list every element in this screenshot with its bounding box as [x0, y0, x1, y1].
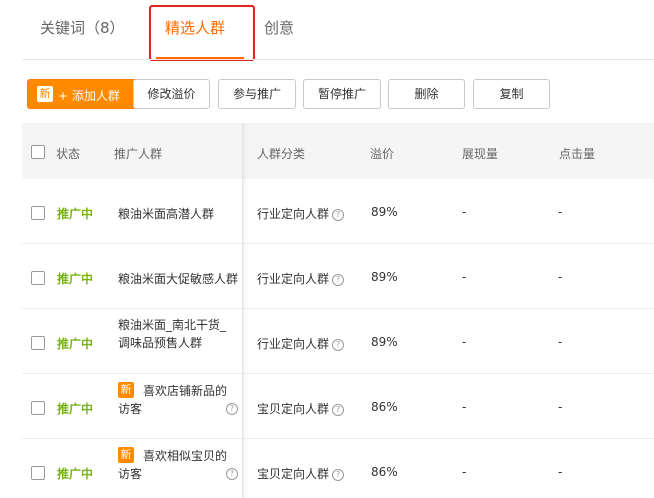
crowd-name: 粮油米面大促敏感人群: [118, 272, 239, 286]
crowd-name-line1: 喜欢店铺新品的: [143, 384, 228, 398]
crowd-name: 粮油米面高潜人群: [118, 207, 215, 221]
new-badge: 新: [118, 447, 134, 463]
header-clicks[interactable]: 点击量: [559, 145, 595, 162]
status-label: 推广中: [57, 402, 94, 416]
help-icon[interactable]: ?: [332, 339, 345, 351]
crowd-name-line2: 访客: [118, 467, 143, 481]
help-icon[interactable]: ?: [226, 468, 238, 480]
clicks-value: -: [558, 335, 563, 349]
impressions-value: -: [462, 400, 467, 414]
premium-value[interactable]: 89%: [371, 205, 398, 219]
new-badge: 新: [118, 382, 134, 398]
help-icon[interactable]: ?: [226, 403, 238, 415]
crowd-name-line1: 粮油米面_南北干货_: [118, 318, 227, 332]
status-label: 推广中: [57, 207, 94, 221]
header-impressions[interactable]: 展现量: [462, 145, 498, 162]
clicks-value: -: [558, 270, 563, 284]
header-premium: 溢价: [370, 147, 395, 161]
premium-value[interactable]: 86%: [371, 400, 398, 414]
impressions-value: -: [462, 205, 467, 219]
pause-promotion-button[interactable]: 暂停推广: [303, 79, 381, 109]
tab-keywords[interactable]: 关键词（8）: [40, 18, 125, 38]
tab-divider: [22, 59, 654, 60]
table-header: 状态 推广人群 人群分类 溢价 展现量 点击量: [22, 123, 654, 179]
crowd-name-line1: 喜欢相似宝贝的: [143, 449, 228, 463]
row-checkbox[interactable]: [31, 466, 45, 480]
impressions-value: -: [462, 465, 467, 479]
table-row: 推广中 新 喜欢相似宝贝的 访客 ? 宝贝定向人群? 86% - -: [22, 439, 654, 498]
select-all-checkbox[interactable]: [31, 145, 45, 159]
join-promotion-button[interactable]: 参与推广: [218, 79, 296, 109]
table-row: 推广中 新 喜欢店铺新品的 访客 ? 宝贝定向人群? 86% - -: [22, 374, 654, 439]
premium-value[interactable]: 86%: [371, 465, 398, 479]
help-icon[interactable]: ?: [332, 469, 345, 481]
row-checkbox[interactable]: [31, 401, 45, 415]
crowd-name-line2: 访客: [118, 402, 143, 416]
tab-creative[interactable]: 创意: [264, 18, 294, 38]
clicks-value: -: [558, 205, 563, 219]
add-crowd-label: + 添加人群: [58, 89, 120, 103]
crowd-category: 行业定向人群: [257, 337, 330, 351]
table-row: 推广中 粮油米面_南北干货_ 调味品预售人群 行业定向人群? 89% - -: [22, 309, 654, 374]
row-checkbox[interactable]: [31, 336, 45, 350]
toolbar: 新 + 添加人群 修改溢价 参与推广 暂停推广 删除 复制: [0, 78, 654, 112]
tab-bar: 关键词（8） 精选人群 创意: [0, 0, 654, 61]
clicks-value: -: [558, 465, 563, 479]
copy-button[interactable]: 复制: [473, 79, 550, 109]
row-checkbox[interactable]: [31, 206, 45, 220]
frozen-column-shadow: [243, 123, 246, 498]
crowd-name-line2: 调味品预售人群: [118, 336, 203, 350]
impressions-value: -: [462, 335, 467, 349]
clicks-value: -: [558, 400, 563, 414]
new-badge: 新: [37, 86, 53, 102]
status-label: 推广中: [57, 272, 94, 286]
header-category: 人群分类: [257, 147, 306, 161]
tab-highlight-box: [149, 5, 255, 61]
premium-value[interactable]: 89%: [371, 335, 398, 349]
help-icon[interactable]: ?: [332, 274, 345, 286]
help-icon[interactable]: ?: [332, 404, 345, 416]
delete-button[interactable]: 删除: [388, 79, 465, 109]
status-label: 推广中: [57, 467, 94, 481]
crowd-category: 宝贝定向人群: [257, 402, 330, 416]
status-label: 推广中: [57, 337, 94, 351]
premium-value[interactable]: 89%: [371, 270, 398, 284]
add-crowd-button[interactable]: 新 + 添加人群: [27, 79, 138, 109]
impressions-value: -: [462, 270, 467, 284]
header-status: 状态: [56, 147, 81, 161]
row-checkbox[interactable]: [31, 271, 45, 285]
table-row: 推广中 粮油米面大促敏感人群 行业定向人群? 89% - -: [22, 244, 654, 309]
crowd-category: 宝贝定向人群: [257, 467, 330, 481]
help-icon[interactable]: ?: [332, 209, 345, 221]
crowd-table: 状态 推广人群 人群分类 溢价 展现量 点击量 推广中 粮油米面高潜人群 行业定…: [22, 123, 654, 498]
table-row: 推广中 粮油米面高潜人群 行业定向人群? 89% - -: [22, 179, 654, 244]
crowd-category: 行业定向人群: [257, 207, 330, 221]
crowd-category: 行业定向人群: [257, 272, 330, 286]
modify-premium-button[interactable]: 修改溢价: [133, 79, 210, 109]
header-crowd: 推广人群: [114, 147, 163, 161]
